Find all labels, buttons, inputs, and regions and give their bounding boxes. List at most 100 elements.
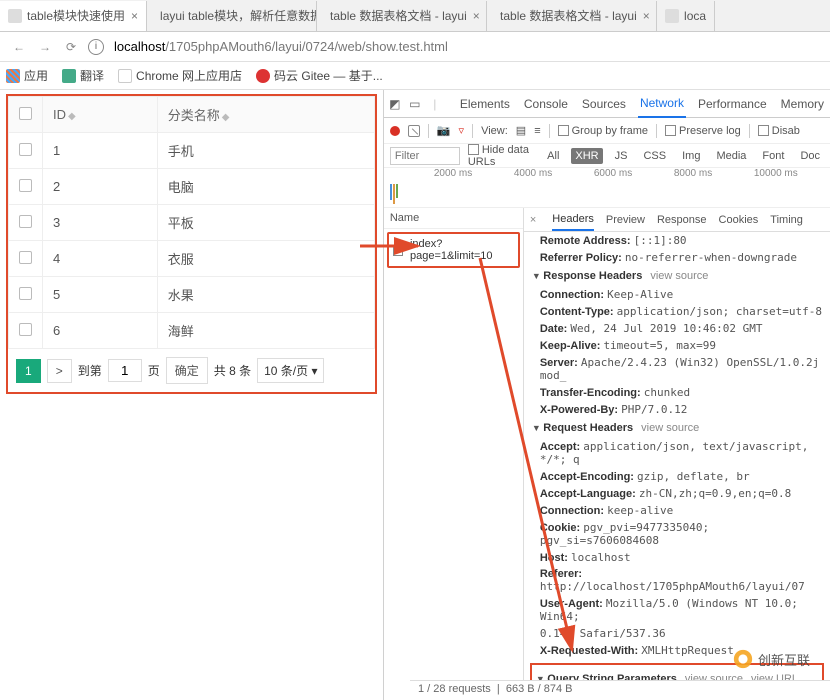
tab-console[interactable]: Console	[522, 91, 570, 117]
table-row[interactable]: 4衣服	[9, 241, 375, 277]
table-row[interactable]: 2电脑	[9, 169, 375, 205]
sort-icon[interactable]: ◆	[68, 111, 76, 122]
close-detail-icon[interactable]: ×	[530, 214, 536, 226]
browser-tab[interactable]: table 数据表格文档 - layui ×	[487, 1, 657, 31]
request-headers-section[interactable]: Request Headersview source	[524, 418, 830, 438]
filter-xhr[interactable]: XHR	[571, 148, 602, 164]
preserve-log[interactable]: Preserve log	[665, 125, 741, 137]
close-icon[interactable]: ×	[643, 9, 650, 23]
row-checkbox[interactable]	[19, 215, 32, 228]
filter-media[interactable]: Media	[712, 148, 750, 164]
back-icon[interactable]: ←	[10, 38, 28, 56]
header-row: Accept-Encoding: gzip, deflate, br	[524, 468, 830, 485]
table-row[interactable]: 3平板	[9, 205, 375, 241]
view-small-icon[interactable]: ≡	[534, 125, 540, 137]
page-next[interactable]: >	[47, 359, 72, 383]
browser-tab[interactable]: table模块快速使用 ×	[0, 1, 147, 31]
bookmark-icon	[118, 69, 132, 83]
bookmark-item[interactable]: 翻译	[62, 67, 104, 84]
row-checkbox[interactable]	[19, 251, 32, 264]
group-by-frame[interactable]: Group by frame	[558, 125, 648, 137]
filter-img[interactable]: Img	[678, 148, 704, 164]
clear-icon[interactable]	[408, 125, 420, 137]
filter-input[interactable]	[390, 147, 460, 165]
disable-cache[interactable]: Disab	[758, 125, 800, 137]
sort-icon[interactable]: ◆	[222, 112, 230, 123]
record-icon[interactable]	[390, 126, 400, 136]
bookmark-item[interactable]: Chrome 网上应用店	[118, 67, 242, 84]
network-status-bar: 1 / 28 requests | 663 B / 874 B	[410, 680, 830, 700]
browser-tabstrip: table模块快速使用 × layui table模块，解析任意数据 × tab…	[0, 0, 830, 32]
goto-input[interactable]	[108, 359, 142, 382]
row-checkbox[interactable]	[19, 179, 32, 192]
tab-performance[interactable]: Performance	[696, 91, 769, 117]
request-detail: × Headers Preview Response Cookies Timin…	[524, 208, 830, 700]
tab-preview[interactable]: Preview	[606, 210, 645, 230]
view-large-icon[interactable]: ▤	[516, 124, 526, 137]
pager: 1 > 到第 页 确定 共 8 条 10 条/页 ▾	[8, 349, 375, 392]
apps-icon	[6, 69, 20, 83]
tab-title: table 数据表格文档 - layui	[330, 7, 467, 24]
checkbox-all[interactable]	[19, 107, 32, 120]
total-label: 共 8 条	[214, 362, 251, 379]
page-number[interactable]: 1	[16, 359, 41, 383]
url-text[interactable]: localhost/1705phpAMouth6/layui/0724/web/…	[114, 39, 448, 54]
request-row[interactable]: index?page=1&limit=10	[387, 232, 520, 268]
tab-timing[interactable]: Timing	[770, 210, 803, 230]
tab-elements[interactable]: Elements	[458, 91, 512, 117]
header-row: Connection: Keep-Alive	[524, 286, 830, 303]
row-checkbox[interactable]	[19, 287, 32, 300]
filter-css[interactable]: CSS	[639, 148, 670, 164]
tab-title: table模块快速使用	[27, 7, 125, 24]
browser-tab[interactable]: table 数据表格文档 - layui ×	[317, 1, 487, 31]
browser-tab[interactable]: layui table模块，解析任意数据 ×	[147, 1, 317, 31]
tab-network[interactable]: Network	[638, 90, 686, 118]
table-row[interactable]: 5水果	[9, 277, 375, 313]
favicon-icon	[8, 9, 22, 23]
tab-response[interactable]: Response	[657, 210, 707, 230]
header-row: Host: localhost	[524, 549, 830, 566]
inspect-icon[interactable]: ◩	[388, 97, 402, 111]
watermark-icon	[732, 648, 754, 670]
apps-shortcut[interactable]: 应用	[6, 67, 48, 84]
capture-screenshot-icon[interactable]: 📷	[437, 124, 451, 137]
col-name[interactable]: 分类名称◆	[157, 97, 374, 133]
header-row: Cookie: pgv_pvi=9477335040; pgv_si=s7606…	[524, 519, 830, 549]
row-checkbox[interactable]	[19, 323, 32, 336]
response-headers-section[interactable]: Response Headersview source	[524, 266, 830, 286]
watermark: 创新互联	[732, 648, 810, 670]
filter-all[interactable]: All	[543, 148, 563, 164]
reload-icon[interactable]: ⟳	[62, 38, 80, 56]
request-list: Name index?page=1&limit=10	[384, 208, 524, 700]
filter-js[interactable]: JS	[611, 148, 632, 164]
tab-memory[interactable]: Memory	[779, 91, 826, 117]
limit-select[interactable]: 10 条/页 ▾	[257, 358, 324, 383]
device-toggle-icon[interactable]: ▭	[408, 97, 422, 111]
forward-icon[interactable]: →	[36, 38, 54, 56]
tab-cookies[interactable]: Cookies	[719, 210, 759, 230]
col-id[interactable]: ID◆	[43, 97, 158, 133]
hide-data-urls[interactable]: Hide data URLs	[468, 144, 535, 168]
goto-confirm[interactable]: 确定	[166, 357, 208, 384]
site-info-icon[interactable]: i	[88, 39, 104, 55]
favicon-icon	[665, 9, 679, 23]
filter-doc[interactable]: Doc	[796, 148, 824, 164]
tab-title: loca	[684, 9, 706, 23]
bookmark-item[interactable]: 码云 Gitee — 基于...	[256, 67, 383, 84]
browser-tab[interactable]: loca	[657, 1, 715, 31]
filter-font[interactable]: Font	[758, 148, 788, 164]
tab-sources[interactable]: Sources	[580, 91, 628, 117]
table-row[interactable]: 6海鲜	[9, 313, 375, 349]
table-row[interactable]: 1手机	[9, 133, 375, 169]
name-header[interactable]: Name	[384, 208, 523, 229]
close-icon[interactable]: ×	[131, 9, 138, 23]
close-icon[interactable]: ×	[473, 9, 480, 23]
header-row: Keep-Alive: timeout=5, max=99	[524, 337, 830, 354]
header-row: Accept: application/json, text/javascrip…	[524, 438, 830, 468]
row-checkbox[interactable]	[19, 143, 32, 156]
network-filter-row: Hide data URLs All XHR JS CSS Img Media …	[384, 144, 830, 168]
filter-icon[interactable]: ▿	[459, 124, 465, 137]
tab-headers[interactable]: Headers	[552, 209, 594, 231]
header-row: Date: Wed, 24 Jul 2019 10:46:02 GMT	[524, 320, 830, 337]
network-timeline[interactable]: 2000 ms 4000 ms 6000 ms 8000 ms 10000 ms	[384, 168, 830, 208]
